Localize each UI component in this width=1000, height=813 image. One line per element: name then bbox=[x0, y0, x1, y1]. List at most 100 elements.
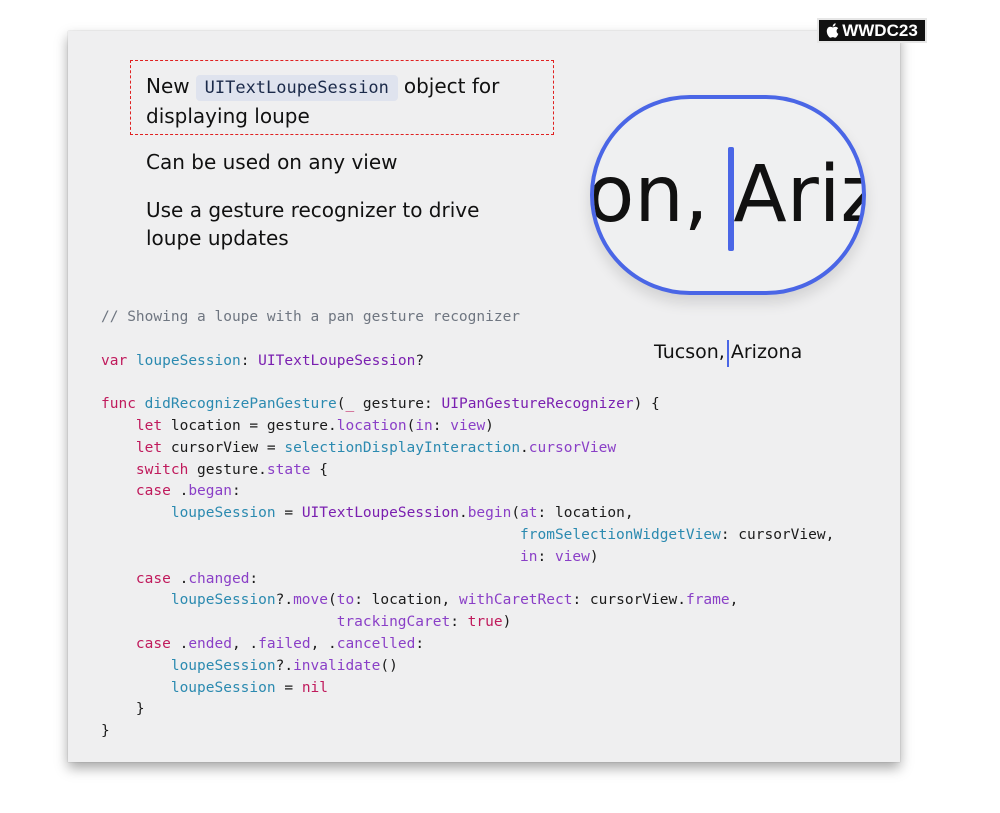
code-token: : bbox=[537, 548, 555, 565]
code-token: loupeSession bbox=[170, 505, 276, 522]
code-line: } bbox=[101, 699, 834, 721]
code-token: loupeSession bbox=[170, 592, 276, 609]
code-block: // Showing a loupe with a pan gesture re… bbox=[101, 307, 834, 743]
code-token: trackingCaret bbox=[336, 614, 451, 631]
code-token: cursorView bbox=[528, 439, 617, 456]
code-line: loupeSession = nil bbox=[101, 678, 834, 700]
code-token: : location, bbox=[537, 505, 634, 522]
code-token: = bbox=[275, 679, 302, 696]
slide: New UITextLoupeSession object for displayi… bbox=[68, 31, 900, 762]
code-line: case .began: bbox=[101, 481, 834, 503]
code-token: ?. bbox=[275, 592, 294, 609]
code-line: case .changed: bbox=[101, 569, 834, 591]
code-token: : bbox=[415, 635, 425, 652]
code-line: // Showing a loupe with a pan gesture re… bbox=[101, 307, 834, 329]
code-token: . bbox=[170, 635, 189, 652]
code-token: switch bbox=[135, 461, 189, 478]
code-token: case bbox=[135, 483, 171, 500]
code-token: begin bbox=[467, 505, 512, 522]
code-token: gesture: bbox=[354, 396, 442, 413]
code-token: case bbox=[135, 635, 171, 652]
code-token: view bbox=[450, 417, 486, 434]
code-line: var loupeSession: UITextLoupeSession? bbox=[101, 351, 834, 373]
bullet-loupe-session: New UITextLoupeSession object for displayi… bbox=[146, 72, 499, 130]
code-token: ( bbox=[406, 417, 416, 434]
code-token: . bbox=[170, 570, 189, 587]
code-token: fromSelectionWidgetView bbox=[520, 526, 721, 543]
code-token: { bbox=[310, 461, 329, 478]
code-token: selectionDisplayInteraction bbox=[284, 439, 521, 456]
code-line: case .ended, .failed, .cancelled: bbox=[101, 634, 834, 656]
code-token: } bbox=[101, 701, 145, 718]
code-token: () bbox=[380, 657, 398, 674]
code-token: ( bbox=[328, 592, 337, 609]
code-token: view bbox=[554, 548, 590, 565]
code-token: UIPanGestureRecognizer bbox=[441, 396, 634, 413]
code-token: , . bbox=[231, 635, 259, 652]
code-line: fromSelectionWidgetView: cursorView, bbox=[101, 525, 834, 547]
code-token: func bbox=[101, 396, 136, 413]
code-token: ) bbox=[485, 417, 494, 434]
code-token: invalidate bbox=[293, 657, 381, 674]
code-line: loupeSession?.invalidate() bbox=[101, 656, 834, 678]
code-token: , bbox=[729, 592, 739, 609]
inline-code-class: UITextLoupeSession bbox=[195, 75, 398, 101]
apple-logo-icon bbox=[827, 23, 839, 38]
code-token: ( bbox=[511, 505, 521, 522]
code-token: var bbox=[101, 352, 128, 369]
code-token: at bbox=[520, 505, 538, 522]
code-token: withCaretRect bbox=[458, 592, 573, 609]
code-token: : bbox=[249, 570, 259, 587]
code-token: location bbox=[336, 417, 407, 434]
code-token: true bbox=[467, 614, 503, 631]
code-token: ended bbox=[188, 635, 232, 652]
code-token: : cursorView, bbox=[720, 526, 835, 543]
code-token: failed bbox=[258, 635, 311, 652]
code-token: loupeSession bbox=[135, 352, 241, 369]
code-line: loupeSession?.move(to: location, withCar… bbox=[101, 590, 834, 612]
code-token: state bbox=[266, 461, 311, 478]
code-line: loupeSession = UITextLoupeSession.begin(… bbox=[101, 503, 834, 525]
code-line: } bbox=[101, 721, 834, 743]
code-token: , . bbox=[310, 635, 337, 652]
code-token: let bbox=[135, 417, 163, 434]
bullet-text: displaying loupe bbox=[146, 104, 310, 128]
bullet-text: loupe updates bbox=[146, 226, 289, 250]
code-token: : bbox=[432, 417, 451, 434]
code-token: nil bbox=[301, 679, 329, 696]
code-token: } bbox=[101, 723, 110, 740]
code-line: let cursorView = selectionDisplayInterac… bbox=[101, 438, 834, 460]
code-token: case bbox=[135, 570, 171, 587]
code-token: cursorView = bbox=[162, 439, 285, 456]
code-token: : location, bbox=[354, 592, 459, 609]
code-token: in bbox=[415, 417, 433, 434]
code-token: location = gesture. bbox=[162, 417, 337, 434]
bullet-text: Can be used on any view bbox=[146, 150, 398, 174]
code-line: let location = gesture.location(in: view… bbox=[101, 416, 834, 438]
code-token: to bbox=[336, 592, 355, 609]
badge-text: WWDC23 bbox=[842, 20, 918, 40]
code-token: began bbox=[188, 483, 232, 500]
loupe-magnifier: son, Ariz bbox=[590, 95, 866, 295]
code-token: move bbox=[293, 592, 328, 609]
code-token: : bbox=[240, 352, 259, 369]
code-token: . bbox=[170, 483, 189, 500]
bullet-gesture-recognizer: Use a gesture recognizer to drive loupe … bbox=[146, 196, 479, 252]
code-token: ) { bbox=[633, 396, 660, 413]
